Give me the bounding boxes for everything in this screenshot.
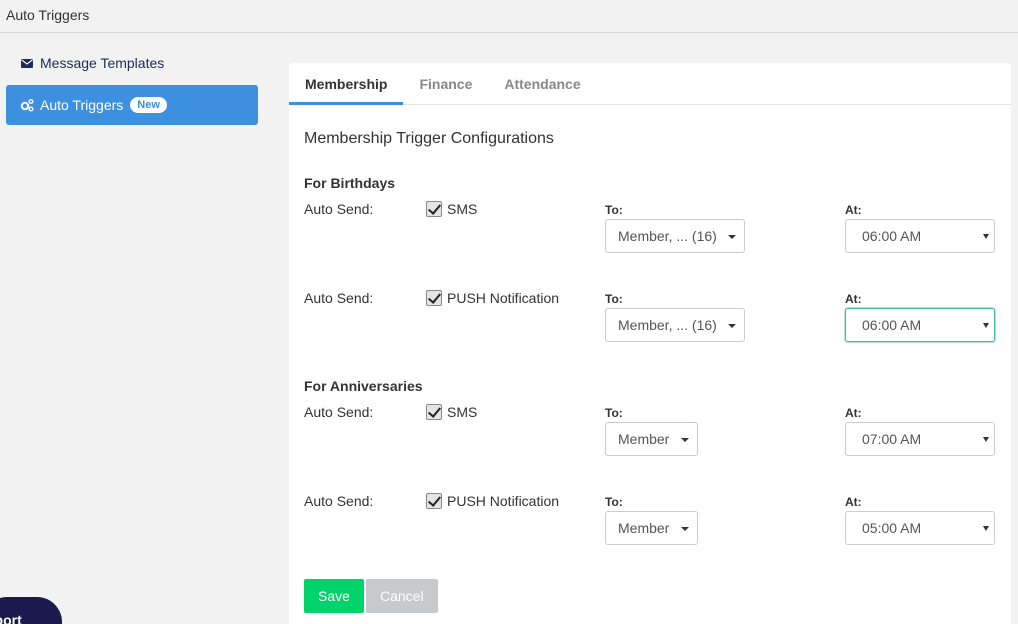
at-label: At: [845,406,862,420]
trigger-row: Auto Send: SMS To: Member At: 07:00 AM [304,404,1004,464]
time-value: 05:00 AM [862,520,922,536]
to-label: To: [605,292,623,306]
trigger-row: Auto Send: PUSH Notification To: Member … [304,493,1004,553]
to-label: To: [605,203,623,217]
recipients-dropdown[interactable]: Member [605,511,698,545]
trigger-row: Auto Send: SMS To: Member, ... (16) At: … [304,201,1004,261]
sidebar-item-label: Message Templates [40,55,165,71]
page-header: Auto Triggers [0,0,1018,33]
auto-send-label: Auto Send: [304,201,374,217]
auto-send-label: Auto Send: [304,493,374,509]
support-button[interactable]: pport [0,597,62,624]
caret-down-icon [983,437,989,442]
new-badge: New [130,97,167,113]
at-label: At: [845,203,862,217]
channel-label: SMS [447,404,478,420]
time-select[interactable]: 06:00 AM [845,308,995,342]
recipients-dropdown[interactable]: Member, ... (16) [605,219,745,253]
sms-checkbox[interactable]: SMS [426,404,477,420]
checkbox-checked-icon[interactable] [426,290,442,306]
to-label: To: [605,406,623,420]
page-title: Auto Triggers [6,7,90,23]
channel-label: PUSH Notification [447,493,560,509]
time-value: 06:00 AM [862,317,922,333]
checkbox-checked-icon[interactable] [426,493,442,509]
push-notification-checkbox[interactable]: PUSH Notification [426,493,559,509]
time-value: 06:00 AM [862,228,922,244]
time-value: 07:00 AM [862,431,922,447]
sidebar-item-auto-triggers[interactable]: Auto Triggers New [6,85,258,125]
auto-send-label: Auto Send: [304,404,374,420]
checkbox-checked-icon[interactable] [426,201,442,217]
save-button[interactable]: Save [304,579,364,613]
sidebar-item-message-templates[interactable]: Message Templates [6,43,258,83]
group-title-birthdays: For Birthdays [304,175,396,191]
recipients-value: Member, ... (16) [618,317,717,333]
tab-attendance[interactable]: Attendance [488,63,596,105]
caret-down-icon [728,324,736,328]
caret-down-icon [681,438,689,442]
at-label: At: [845,495,862,509]
recipients-value: Member [618,431,670,447]
time-select[interactable]: 06:00 AM [845,219,995,253]
caret-down-icon [983,234,989,239]
recipients-value: Member [618,520,670,536]
caret-down-icon [983,323,989,328]
auto-send-label: Auto Send: [304,290,374,306]
trigger-row: Auto Send: PUSH Notification To: Member,… [304,290,1004,350]
gears-icon [20,98,34,112]
sidebar: Message Templates Auto Triggers New [6,43,258,125]
recipients-value: Member, ... (16) [618,228,717,244]
channel-label: SMS [447,201,478,217]
tab-bar: Membership Finance Attendance [289,63,1011,105]
checkbox-checked-icon[interactable] [426,404,442,420]
envelope-icon [20,56,34,70]
tab-finance[interactable]: Finance [403,63,488,105]
time-select[interactable]: 07:00 AM [845,422,995,456]
sidebar-item-label: Auto Triggers [40,97,124,113]
at-label: At: [845,292,862,306]
channel-label: PUSH Notification [447,290,560,306]
caret-down-icon [681,527,689,531]
caret-down-icon [983,526,989,531]
tab-membership[interactable]: Membership [289,63,404,105]
group-title-anniversaries: For Anniversaries [304,378,423,394]
section-title: Membership Trigger Configurations [304,130,554,147]
caret-down-icon [728,235,736,239]
config-panel: Membership Finance Attendance Membership… [289,63,1011,624]
to-label: To: [605,495,623,509]
cancel-button[interactable]: Cancel [366,579,438,613]
recipients-dropdown[interactable]: Member, ... (16) [605,308,745,342]
time-select[interactable]: 05:00 AM [845,511,995,545]
sms-checkbox[interactable]: SMS [426,201,477,217]
push-notification-checkbox[interactable]: PUSH Notification [426,290,559,306]
recipients-dropdown[interactable]: Member [605,422,698,456]
